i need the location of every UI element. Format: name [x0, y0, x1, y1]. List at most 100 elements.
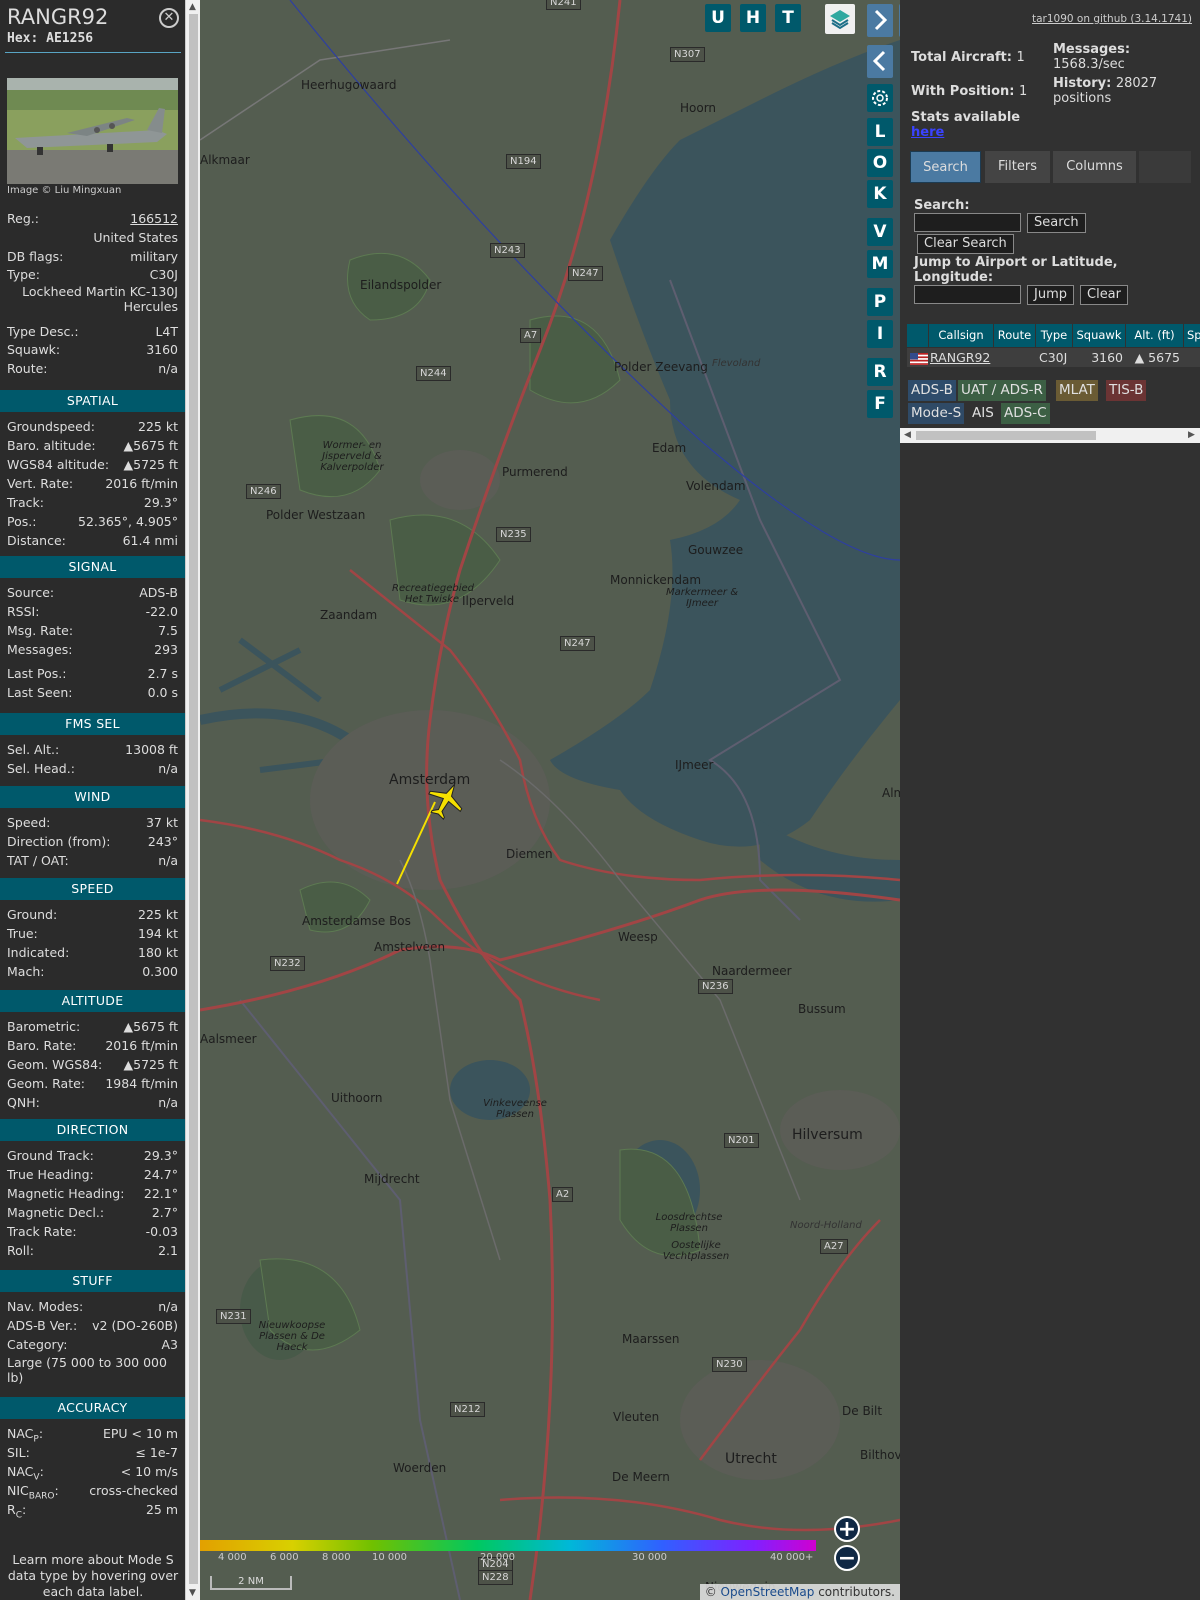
section-row-label-text: Ground: — [7, 907, 58, 922]
toggle-v-button[interactable]: V — [867, 218, 893, 246]
toggle-r-button[interactable]: R — [867, 358, 893, 386]
toggle-p-button[interactable]: P — [867, 288, 893, 316]
section-header-signal: SIGNAL — [0, 556, 185, 578]
section-row-label: RC: — [7, 1502, 27, 1521]
scroll-up-icon[interactable]: ▲ — [189, 2, 196, 12]
tab-search[interactable]: Search — [910, 151, 981, 183]
total-aircraft-label: Total Aircraft: — [911, 50, 1012, 65]
info-panel-scrollbar[interactable]: ▲ ▼ — [185, 0, 200, 1600]
source-tag: TIS-B — [1106, 380, 1147, 401]
history-stat: History: 28027 positions — [1053, 76, 1193, 106]
section-row-label-sub: P — [33, 1434, 39, 1445]
section-row-label: SIL: — [7, 1444, 30, 1462]
section-row-value: 180 kt — [138, 945, 178, 960]
section-row-label: Pos.: — [7, 513, 36, 531]
toggle-o-button[interactable]: O — [867, 149, 893, 177]
section-row-label-text: Groundspeed: — [7, 419, 95, 434]
column-squawk[interactable]: Squawk — [1073, 324, 1125, 347]
scale-bar: 2 NM — [210, 1576, 292, 1590]
section-row: Baro. Rate: 2016 ft/min — [7, 1037, 178, 1055]
section-row-label-text: SIL: — [7, 1445, 30, 1460]
section-row: QNH: n/a — [7, 1094, 178, 1112]
section-header-speed: SPEED — [0, 878, 185, 900]
map-view[interactable]: Heerhugowaard Alkmaar Hoorn Eilandspolder Pu… — [200, 0, 900, 1600]
section-row-label-sub: V — [33, 1472, 40, 1483]
info-row: Lockheed Martin KC-130J Hercules — [7, 284, 178, 318]
aircraft-photo[interactable] — [7, 78, 178, 184]
map-place-label: De Bilt — [842, 1404, 883, 1418]
close-icon[interactable]: ✕ — [159, 8, 179, 28]
info-row-label: Squawk: — [7, 342, 61, 357]
column-callsign[interactable]: Callsign — [929, 324, 993, 347]
chevron-right-icon[interactable] — [867, 4, 893, 37]
tab-empty — [1139, 151, 1191, 183]
section-row-value: ▲5725 ft — [123, 457, 178, 472]
column-type[interactable]: Type — [1036, 324, 1072, 347]
chevron-left-icon[interactable] — [867, 45, 893, 78]
info-row-value: C30J — [149, 267, 178, 282]
section-row: Msg. Rate: 7.5 — [7, 622, 178, 640]
info-row-value[interactable]: 166512 — [130, 210, 178, 228]
section-row-value: 25 m — [145, 1502, 178, 1517]
flag-us-icon — [910, 348, 928, 367]
zoom-in-button[interactable]: + — [834, 1516, 860, 1542]
toggle-k-button[interactable]: K — [867, 180, 893, 208]
column-altitude[interactable]: Alt. (ft) — [1126, 324, 1183, 347]
stats-link[interactable]: here — [911, 125, 944, 140]
section-row: Ground Track: 29.3° — [7, 1147, 178, 1165]
section-row: TAT / OAT: n/a — [7, 852, 178, 870]
section-row-value: A3 — [161, 1337, 178, 1352]
tab-filters[interactable]: Filters — [985, 151, 1050, 183]
section-row: Magnetic Decl.: 2.7° — [7, 1204, 178, 1222]
toggle-f-button[interactable]: F — [867, 390, 893, 418]
airplane-icon[interactable] — [426, 780, 466, 820]
info-row-label: Type: — [7, 267, 40, 282]
jump-input[interactable] — [914, 285, 1021, 304]
clear-search-button[interactable]: Clear Search — [917, 234, 1014, 254]
map-place-label: Edam — [652, 441, 687, 455]
section-row-label: Groundspeed: — [7, 418, 95, 436]
section-row-value: ▲5725 ft — [123, 1057, 178, 1072]
search-input[interactable] — [914, 213, 1021, 232]
section-row-label: Category: — [7, 1336, 67, 1354]
map-place-label: Amsterdamse Bos — [302, 914, 411, 928]
aircraft-info-scroll: RANGR92 Hex: AE1256 ✕ Image © Liu Mingxu… — [0, 0, 185, 1600]
clear-button[interactable]: Clear — [1080, 285, 1128, 305]
column-speed[interactable]: Sp — [1184, 324, 1200, 347]
section-row-label: Nav. Modes: — [7, 1298, 83, 1316]
toggle-u-button[interactable]: U — [705, 4, 731, 32]
map-place-label: Purmerend — [502, 465, 568, 479]
scroll-right-icon[interactable]: ▶ — [1188, 430, 1195, 440]
layers-icon[interactable] — [825, 4, 855, 34]
section-row-value: < 10 m/s — [120, 1464, 178, 1479]
toggle-h-button[interactable]: H — [740, 4, 766, 32]
section-row-label-text: Sel. Alt.: — [7, 742, 60, 757]
section-row: Speed: 37 kt — [7, 814, 178, 832]
attribution-link[interactable]: OpenStreetMap — [721, 1585, 815, 1599]
github-link[interactable]: tar1090 on github (3.14.1741) — [1032, 13, 1192, 25]
section-row: Direction (from): 243° — [7, 833, 178, 851]
section-row-value: 2016 ft/min — [105, 476, 178, 491]
gear-icon[interactable] — [867, 84, 893, 112]
toggle-t-button[interactable]: T — [775, 4, 801, 32]
column-route[interactable]: Route — [994, 324, 1035, 347]
section-row-label: Barometric: — [7, 1018, 80, 1036]
section-row: Mach: 0.300 — [7, 963, 178, 981]
section-row: Nav. Modes: n/a — [7, 1298, 178, 1316]
zoom-out-button[interactable]: − — [834, 1545, 860, 1571]
toggle-i-button[interactable]: I — [867, 320, 893, 348]
scrollbar-thumb[interactable] — [916, 431, 1096, 440]
scroll-left-icon[interactable]: ◀ — [904, 430, 911, 440]
toggle-l-button[interactable]: L — [867, 118, 893, 146]
section-row: Indicated: 180 kt — [7, 944, 178, 962]
row-callsign[interactable]: RANGR92 — [930, 348, 990, 367]
scrollbar-thumb[interactable] — [189, 14, 198, 1584]
search-button[interactable]: Search — [1027, 213, 1086, 233]
toggle-m-button[interactable]: M — [867, 250, 893, 278]
section-row-value: ▲5675 ft — [123, 438, 178, 453]
tab-columns[interactable]: Columns — [1053, 151, 1136, 183]
table-horizontal-scrollbar[interactable]: ◀ ▶ — [900, 428, 1200, 443]
map-place-label: Uithoorn — [331, 1091, 383, 1105]
scroll-down-icon[interactable]: ▼ — [189, 1588, 196, 1598]
jump-button[interactable]: Jump — [1027, 285, 1074, 305]
